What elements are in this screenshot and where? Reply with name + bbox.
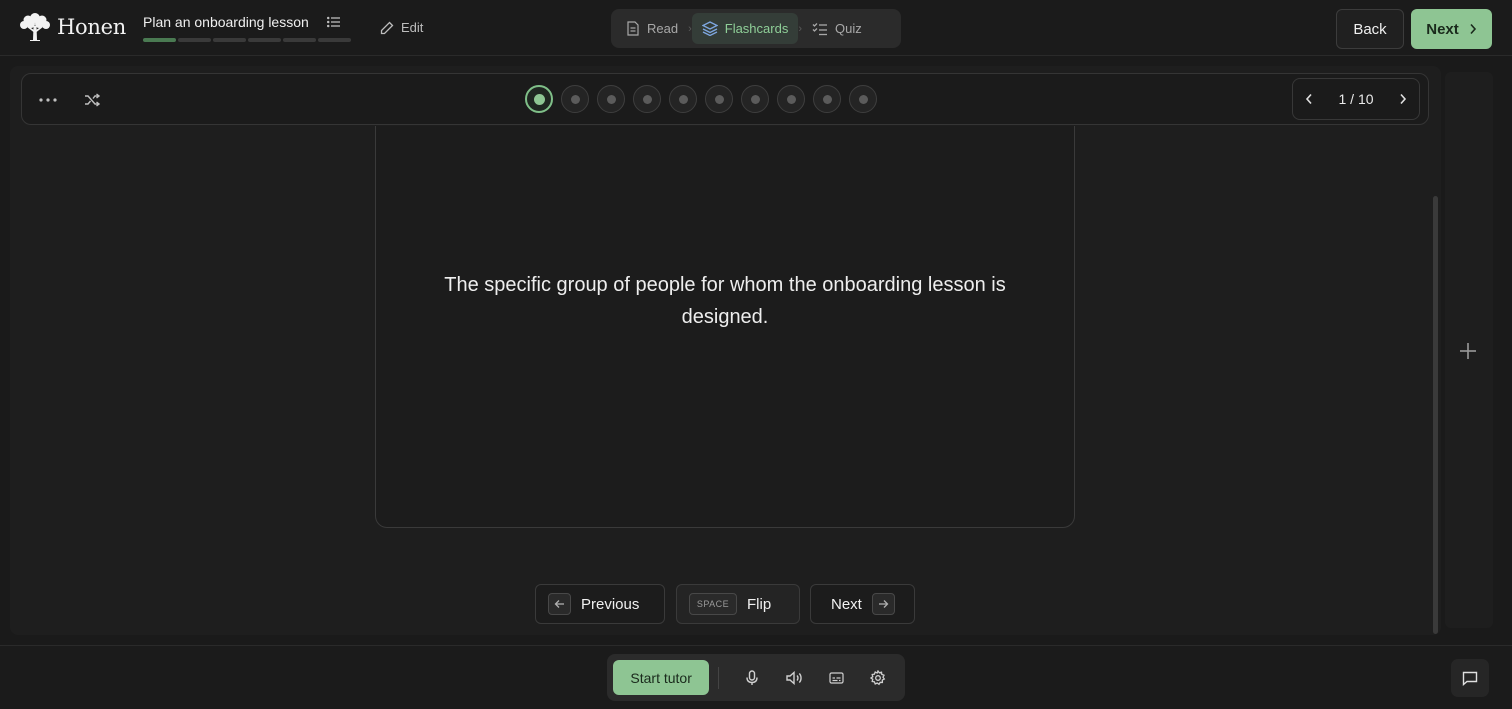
gear-icon: [870, 669, 886, 685]
card-dot-current[interactable]: [525, 85, 553, 113]
card-dot[interactable]: [813, 85, 841, 113]
logo-text: Honen: [57, 15, 126, 39]
card-dot[interactable]: [741, 85, 769, 113]
logo[interactable]: Honen: [19, 12, 126, 42]
arrow-right-icon: [871, 593, 895, 615]
scrollbar[interactable]: [1433, 196, 1438, 634]
chat-button[interactable]: [1451, 659, 1489, 697]
tree-icon: [20, 13, 50, 41]
shuffle-button[interactable]: [80, 88, 104, 112]
previous-card-button[interactable]: Previous: [535, 584, 665, 624]
back-button[interactable]: Back: [1336, 9, 1404, 49]
progress-segment: [318, 38, 351, 42]
captions-button[interactable]: [815, 660, 857, 695]
progress-segment: [178, 38, 211, 42]
microphone-icon: [746, 669, 758, 685]
progress-segment: [248, 38, 281, 42]
toolbar-divider: [718, 666, 720, 689]
speaker-button[interactable]: [773, 660, 815, 695]
previous-label: Previous: [581, 595, 640, 613]
plus-icon: [1460, 343, 1476, 359]
tab-read[interactable]: Read: [616, 13, 688, 44]
checklist-icon: [812, 22, 827, 35]
start-tutor-button[interactable]: Start tutor: [613, 660, 710, 695]
card-dot[interactable]: [633, 85, 661, 113]
progress-segment: [213, 38, 246, 42]
next-lesson-button[interactable]: Next: [1411, 9, 1492, 49]
chevron-left-icon[interactable]: [1305, 93, 1313, 105]
card-progress-dots: [525, 85, 877, 113]
more-options-button[interactable]: [36, 88, 60, 112]
pencil-icon: [380, 21, 394, 34]
tab-quiz-label: Quiz: [835, 21, 862, 36]
card-dot[interactable]: [777, 85, 805, 113]
space-keycap: SPACE: [689, 593, 737, 615]
list-icon[interactable]: [326, 16, 341, 28]
flashcard-text: The specific group of people for whom th…: [444, 273, 1006, 328]
flip-card-button[interactable]: SPACE Flip: [676, 584, 800, 624]
flashcard[interactable]: The specific group of people for whom th…: [375, 126, 1075, 528]
card-dot[interactable]: [705, 85, 733, 113]
chat-icon: [1462, 671, 1478, 686]
chevron-right-icon: [1470, 23, 1476, 35]
tutor-toolbar: Start tutor: [607, 654, 905, 701]
mode-switcher: Read › Flashcards › Quiz: [611, 9, 901, 48]
more-horizontal-icon: [39, 98, 57, 102]
arrow-left-icon: [548, 593, 571, 615]
edit-button[interactable]: Edit: [380, 20, 423, 35]
card-dot[interactable]: [597, 85, 625, 113]
layers-icon: [701, 21, 718, 36]
flip-label: Flip: [747, 595, 772, 613]
lesson-title: Plan an onboarding lesson: [143, 14, 309, 30]
shuffle-icon: [85, 93, 100, 107]
tab-flashcards[interactable]: Flashcards: [691, 13, 799, 44]
tab-flashcards-label: Flashcards: [724, 21, 789, 36]
settings-button[interactable]: [857, 660, 899, 695]
add-card-button[interactable]: [1457, 340, 1479, 362]
lesson-header: Plan an onboarding lesson: [143, 14, 351, 42]
document-icon: [627, 21, 639, 36]
progress-segment: [283, 38, 316, 42]
microphone-button[interactable]: [731, 660, 773, 695]
card-counter: 1 / 10: [1338, 91, 1374, 107]
next-card-button[interactable]: Next: [810, 584, 915, 624]
edit-label: Edit: [401, 20, 424, 35]
top-bar: Honen Plan an onboarding lesson Edit Rea…: [0, 0, 1512, 56]
captions-icon: [828, 671, 844, 684]
tab-quiz[interactable]: Quiz: [802, 13, 872, 44]
tab-read-label: Read: [647, 21, 679, 36]
card-dot[interactable]: [669, 85, 697, 113]
chevron-right-icon[interactable]: [1399, 93, 1407, 105]
speaker-icon: [785, 670, 802, 685]
progress-segment: [143, 38, 176, 42]
deck-toolbar: 1 / 10: [21, 73, 1429, 125]
next-lesson-label: Next: [1426, 20, 1459, 38]
next-card-label: Next: [831, 595, 862, 613]
lesson-progress: [143, 38, 351, 42]
card-dot[interactable]: [561, 85, 589, 113]
card-dot[interactable]: [849, 85, 877, 113]
card-pager: 1 / 10: [1292, 78, 1420, 120]
